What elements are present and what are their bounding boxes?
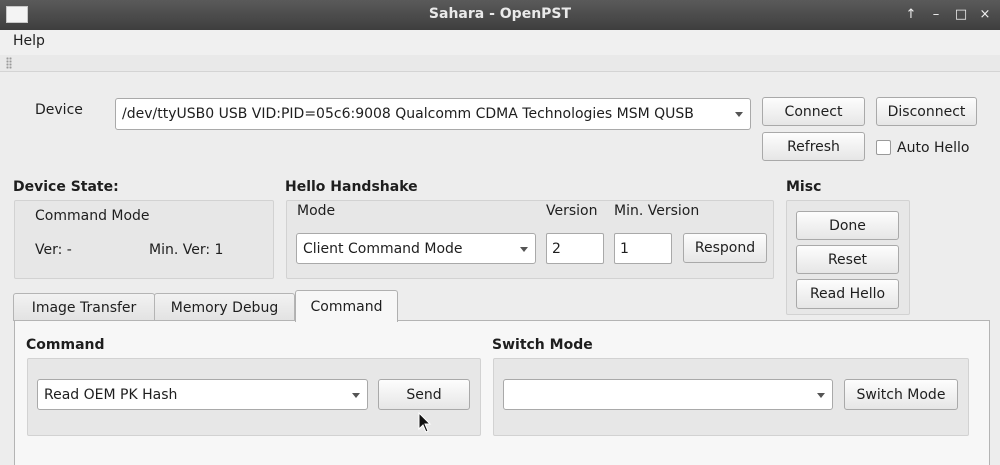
device-state-title: Device State: [13, 179, 119, 195]
send-button[interactable]: Send [378, 379, 470, 410]
connect-button[interactable]: Connect [762, 97, 865, 126]
maximize-icon[interactable]: □ [950, 4, 972, 26]
hello-mode-select[interactable]: Client Command Mode [296, 233, 536, 264]
device-select[interactable]: /dev/ttyUSB0 USB VID:PID=05c6:9008 Qualc… [115, 98, 751, 130]
switch-mode-title: Switch Mode [492, 337, 593, 353]
hello-mode-value: Client Command Mode [303, 240, 463, 257]
chevron-down-icon [735, 112, 743, 117]
command-title: Command [26, 337, 105, 353]
tab-memory-debug[interactable]: Memory Debug [154, 293, 295, 321]
chevron-down-icon [817, 392, 825, 398]
mouse-cursor-icon [418, 412, 432, 433]
switch-mode-button[interactable]: Switch Mode [844, 379, 958, 410]
disconnect-button[interactable]: Disconnect [876, 97, 977, 126]
keep-above-icon[interactable]: ↑ [900, 4, 922, 26]
device-state-version: Ver: - [35, 242, 72, 258]
done-button[interactable]: Done [796, 211, 899, 240]
respond-button[interactable]: Respond [683, 233, 767, 263]
command-select-value: Read OEM PK Hash [44, 386, 178, 403]
chevron-down-icon [520, 246, 528, 252]
toolbar-grip [0, 55, 1000, 72]
hello-min-version-value: 1 [620, 240, 629, 257]
hello-mode-label: Mode [297, 203, 336, 219]
tab-command[interactable]: Command [295, 290, 398, 322]
minimize-icon[interactable]: – [925, 4, 947, 26]
refresh-button[interactable]: Refresh [762, 132, 865, 161]
menu-bar: Help [0, 30, 1000, 55]
device-state-min-version: Min. Ver: 1 [149, 242, 224, 258]
hello-min-version-input[interactable]: 1 [614, 233, 672, 264]
hello-version-label: Version [546, 203, 598, 219]
close-icon[interactable]: × [974, 4, 996, 26]
read-hello-button[interactable]: Read Hello [796, 279, 899, 309]
hello-min-version-label: Min. Version [614, 203, 700, 219]
auto-hello-label: Auto Hello [897, 140, 970, 156]
reset-button[interactable]: Reset [796, 245, 899, 274]
command-select[interactable]: Read OEM PK Hash [37, 379, 368, 410]
switch-mode-select[interactable] [503, 379, 833, 410]
device-state-mode: Command Mode [35, 208, 150, 224]
grip-handle-icon[interactable] [6, 57, 12, 69]
menu-help[interactable]: Help [8, 33, 50, 49]
misc-title: Misc [786, 179, 822, 195]
auto-hello-checkbox[interactable] [876, 140, 891, 155]
device-label: Device [35, 102, 83, 118]
chevron-down-icon [352, 392, 360, 398]
window-title: Sahara - OpenPST [428, 6, 572, 22]
hello-version-input[interactable]: 2 [546, 233, 604, 264]
tab-image-transfer[interactable]: Image Transfer [13, 293, 155, 321]
device-select-value: /dev/ttyUSB0 USB VID:PID=05c6:9008 Qualc… [122, 106, 694, 122]
title-bar: Sahara - OpenPST ↑ – □ × [0, 0, 1000, 30]
hello-handshake-title: Hello Handshake [285, 179, 418, 195]
hello-version-value: 2 [552, 240, 561, 257]
